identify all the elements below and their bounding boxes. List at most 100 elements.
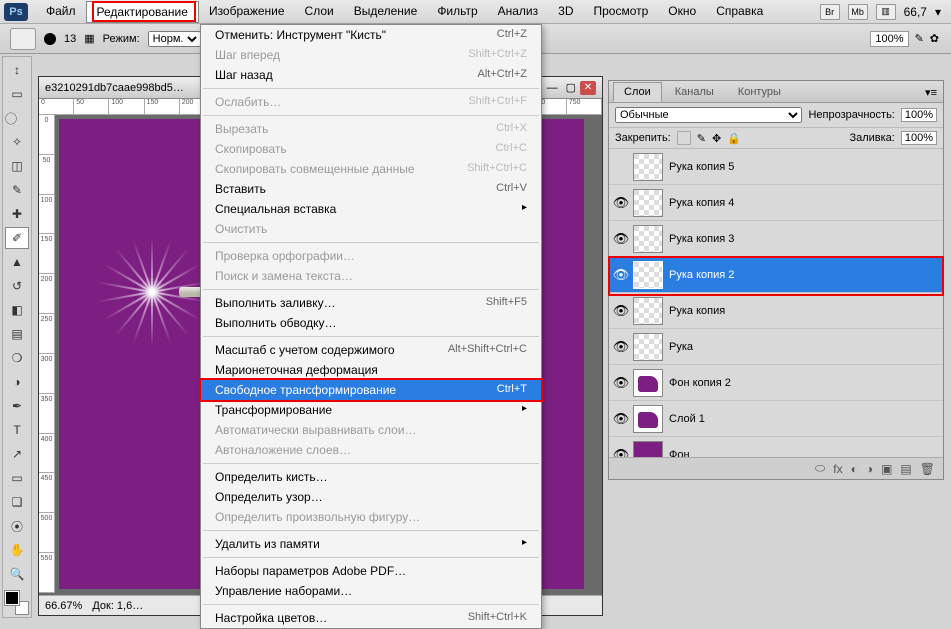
menu-просмотр[interactable]: Просмотр [583, 1, 658, 23]
menuitem[interactable]: Определить кисть… [201, 467, 541, 487]
layer-row[interactable]: 👁 Рука копия 3 [609, 221, 943, 257]
menuitem[interactable]: Управление наборами… [201, 581, 541, 601]
lock-all-icon[interactable]: 🔒 [727, 132, 741, 145]
layer-row[interactable]: 👁 Фон копия 2 [609, 365, 943, 401]
layer-thumb[interactable] [633, 153, 663, 181]
new-layer-icon[interactable]: ▤ [900, 462, 911, 476]
menuitem[interactable]: Свободное трансформированиеCtrl+T [201, 380, 541, 400]
layer-row[interactable]: Рука копия 5 [609, 149, 943, 185]
dodge-tool-icon[interactable]: ◑ [5, 371, 29, 393]
layer-row[interactable]: 👁Слой 1 [609, 401, 943, 437]
brush-panel-icon[interactable]: ▦ [84, 32, 94, 45]
menuitem[interactable]: Выполнить обводку… [201, 313, 541, 333]
history-brush-icon[interactable]: ↺ [5, 275, 29, 297]
layer-row[interactable]: 👁 Фон [609, 437, 943, 457]
lasso-tool-icon[interactable]: ⃝ [5, 107, 29, 129]
layer-thumb[interactable] [633, 225, 663, 253]
layer-thumb[interactable] [633, 333, 663, 361]
opacity-value[interactable]: 100% [901, 108, 937, 122]
tool-preset-icon[interactable] [10, 28, 36, 50]
layer-thumb[interactable] [633, 297, 663, 325]
fill-value[interactable]: 100% [901, 131, 937, 145]
visibility-icon[interactable]: 👁 [609, 447, 633, 458]
zoom-percent-top[interactable]: 66,7 [904, 5, 927, 19]
layer-thumb[interactable] [633, 405, 663, 433]
tab-layers[interactable]: Слои [613, 82, 662, 102]
layer-name[interactable]: Рука [669, 341, 943, 353]
layer-name[interactable]: Рука копия 3 [669, 233, 943, 245]
layer-row[interactable]: 👁Рука копия 2 [609, 257, 943, 293]
layer-name[interactable]: Рука копия [669, 305, 943, 317]
menu-справка[interactable]: Справка [706, 1, 773, 23]
layer-row[interactable]: 👁Рука [609, 329, 943, 365]
crop-tool-icon[interactable]: ◫ [5, 155, 29, 177]
lock-pixels-icon[interactable]: ✎ [697, 132, 706, 145]
heal-tool-icon[interactable]: ✚ [5, 203, 29, 225]
blend-mode-select[interactable]: Норм. [148, 31, 201, 47]
menuitem[interactable]: Отменить: Инструмент "Кисть"Ctrl+Z [201, 25, 541, 45]
panel-menu-icon[interactable]: ▾≡ [919, 83, 943, 102]
layer-thumb[interactable] [633, 261, 663, 289]
menuitem[interactable]: Определить узор… [201, 487, 541, 507]
layer-name[interactable]: Рука копия 2 [669, 269, 943, 281]
doc-max-icon[interactable]: ▢ [566, 81, 576, 94]
layer-thumb[interactable] [633, 189, 663, 217]
menuitem[interactable]: Наборы параметров Adobe PDF… [201, 561, 541, 581]
arrange-icon[interactable]: ▥ [876, 4, 896, 20]
menu-выделение[interactable]: Выделение [344, 1, 428, 23]
menuitem[interactable]: Специальная вставка [201, 199, 541, 219]
zoom-tool-icon[interactable]: 🔍 [5, 563, 29, 585]
mb-icon[interactable]: Mb [848, 4, 868, 20]
layer-name[interactable]: Фон копия 2 [669, 377, 943, 389]
path-tool-icon[interactable]: ↗ [5, 443, 29, 465]
opt-icon-1[interactable]: ✎ [915, 32, 924, 45]
menu-окно[interactable]: Окно [658, 1, 706, 23]
layer-thumb[interactable] [633, 441, 663, 458]
menu-файл[interactable]: Файл [36, 1, 86, 23]
blend-mode-layers[interactable]: Обычные [615, 107, 802, 123]
layer-name[interactable]: Рука копия 5 [669, 161, 943, 173]
tab-channels[interactable]: Каналы [664, 82, 725, 102]
layer-name[interactable]: Фон [669, 449, 943, 458]
mask-icon[interactable]: ◐ [851, 462, 858, 476]
3d-tool-icon[interactable]: ❏ [5, 491, 29, 513]
menuitem[interactable]: Выполнить заливку…Shift+F5 [201, 293, 541, 313]
menuitem[interactable]: Настройка цветов…Shift+Ctrl+K [201, 608, 541, 628]
visibility-icon[interactable]: 👁 [609, 231, 633, 247]
wand-tool-icon[interactable]: ✧ [5, 131, 29, 153]
type-tool-icon[interactable]: T [5, 419, 29, 441]
brush-tool-icon[interactable]: ✐ [5, 227, 29, 249]
layer-row[interactable]: 👁 Рука копия [609, 293, 943, 329]
tab-paths[interactable]: Контуры [727, 82, 792, 102]
lock-pos-icon[interactable]: ✥ [712, 132, 721, 145]
visibility-icon[interactable]: 👁 [609, 303, 633, 319]
br-icon[interactable]: Br [820, 4, 840, 20]
move-tool-icon[interactable]: ↕ [5, 59, 29, 81]
zoom-dropdown-icon[interactable]: ▾ [935, 5, 941, 19]
eraser-tool-icon[interactable]: ◧ [5, 299, 29, 321]
layer-thumb[interactable] [633, 369, 663, 397]
menuitem[interactable]: Шаг назадAlt+Ctrl+Z [201, 65, 541, 85]
menu-редактирование[interactable]: Редактирование [86, 1, 199, 23]
trash-icon[interactable]: 🗑 [920, 462, 935, 476]
menuitem[interactable]: Марионеточная деформация [201, 360, 541, 380]
blur-tool-icon[interactable]: ❍ [5, 347, 29, 369]
gradient-tool-icon[interactable]: ▤ [5, 323, 29, 345]
layer-row[interactable]: 👁Рука копия 4 [609, 185, 943, 221]
adjust-icon[interactable]: ◑ [866, 462, 873, 476]
lock-trans-icon[interactable] [677, 131, 691, 145]
link-layers-icon[interactable]: ⬭ [815, 461, 825, 476]
visibility-icon[interactable]: 👁 [609, 375, 633, 391]
layer-name[interactable]: Слой 1 [669, 413, 943, 425]
menu-анализ[interactable]: Анализ [488, 1, 549, 23]
menu-слои[interactable]: Слои [295, 1, 344, 23]
marquee-tool-icon[interactable]: ▭ [5, 83, 29, 105]
hand-tool-icon[interactable]: ✋ [5, 539, 29, 561]
menu-3d[interactable]: 3D [548, 1, 583, 23]
fx-icon[interactable]: fx [833, 462, 842, 476]
stamp-tool-icon[interactable]: ▲ [5, 251, 29, 273]
opt-zoom[interactable]: 100% [870, 31, 908, 47]
brush-size[interactable]: 13 [64, 33, 76, 45]
menuitem[interactable]: Масштаб с учетом содержимогоAlt+Shift+Ct… [201, 340, 541, 360]
3d-cam-icon[interactable]: ⦿ [5, 515, 29, 537]
